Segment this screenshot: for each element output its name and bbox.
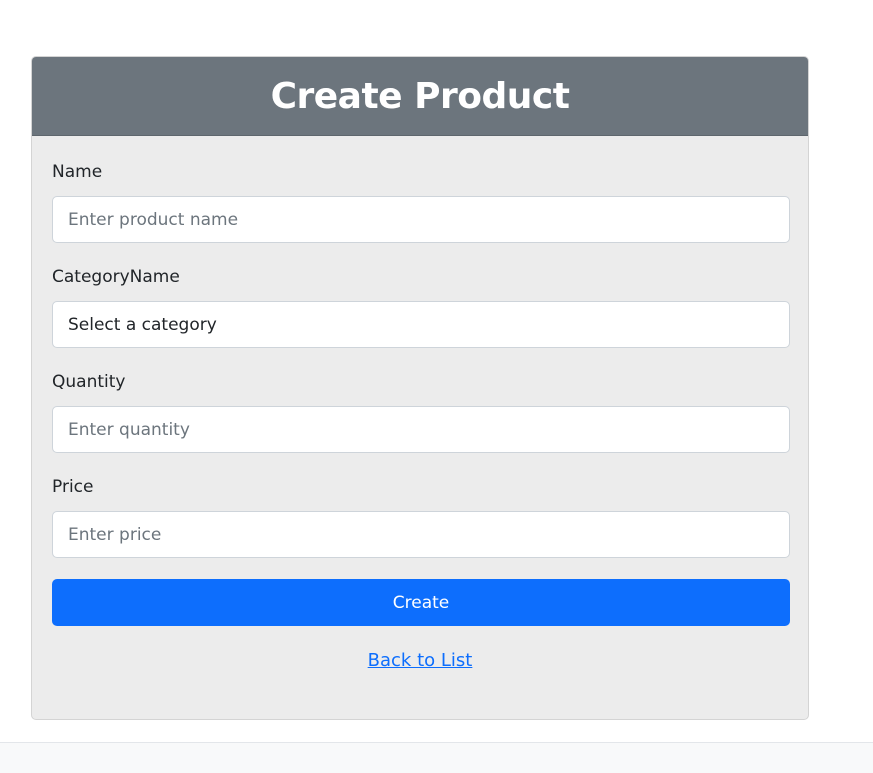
page: Create Product Name CategoryName Select … xyxy=(0,0,873,773)
category-selected-value: Select a category xyxy=(68,314,217,335)
card-header: Create Product xyxy=(32,57,808,136)
product-form: Name CategoryName Select a category Quan… xyxy=(32,136,808,671)
category-label: CategoryName xyxy=(52,267,180,287)
back-to-list-link[interactable]: Back to List xyxy=(368,650,473,671)
price-field-group: Price xyxy=(52,477,790,558)
price-label: Price xyxy=(52,477,94,497)
name-label: Name xyxy=(52,162,103,182)
quantity-field-group: Quantity xyxy=(52,372,790,453)
name-field-group: Name xyxy=(52,162,790,243)
category-field-group: CategoryName Select a category xyxy=(52,267,790,348)
price-input[interactable] xyxy=(52,511,790,558)
footer-bar xyxy=(0,742,873,773)
page-title: Create Product xyxy=(270,75,570,117)
create-button[interactable]: Create xyxy=(52,579,790,626)
category-select[interactable]: Select a category xyxy=(52,301,790,348)
back-link-container: Back to List xyxy=(52,650,788,671)
create-product-card: Create Product Name CategoryName Select … xyxy=(31,56,809,720)
quantity-input[interactable] xyxy=(52,406,790,453)
quantity-label: Quantity xyxy=(52,372,126,392)
name-input[interactable] xyxy=(52,196,790,243)
